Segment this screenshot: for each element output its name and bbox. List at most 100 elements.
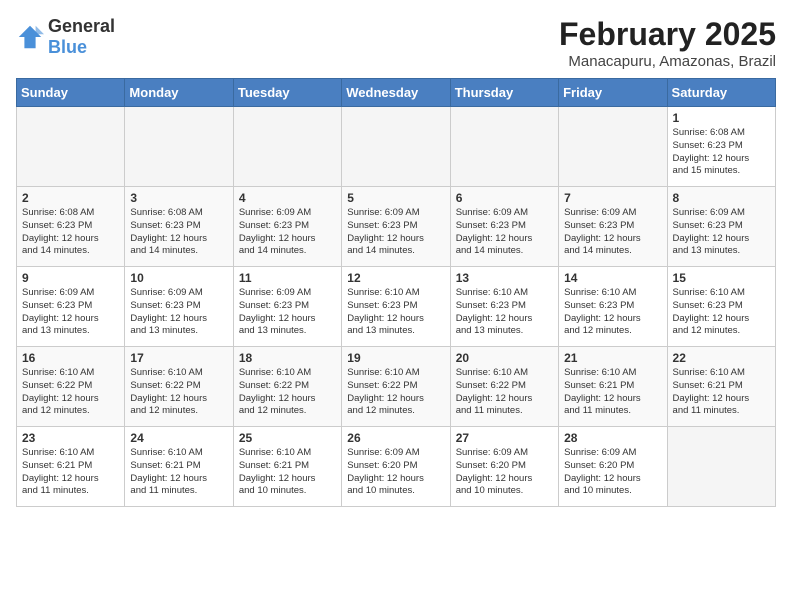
day-number: 1: [673, 111, 770, 125]
day-number: 24: [130, 431, 227, 445]
day-info: Sunrise: 6:09 AM Sunset: 6:23 PM Dayligh…: [130, 287, 227, 338]
day-info: Sunrise: 6:09 AM Sunset: 6:23 PM Dayligh…: [564, 207, 661, 258]
calendar-cell: 11Sunrise: 6:09 AM Sunset: 6:23 PM Dayli…: [233, 267, 341, 347]
calendar-cell: [342, 107, 450, 187]
weekday-header: Tuesday: [233, 79, 341, 107]
day-number: 12: [347, 271, 444, 285]
day-number: 28: [564, 431, 661, 445]
day-info: Sunrise: 6:09 AM Sunset: 6:20 PM Dayligh…: [456, 447, 553, 498]
day-info: Sunrise: 6:08 AM Sunset: 6:23 PM Dayligh…: [22, 207, 119, 258]
day-number: 15: [673, 271, 770, 285]
calendar-cell: 15 Sunrise: 6:10 AM Sunset: 6:23 PM Dayli…: [667, 267, 775, 347]
calendar-cell: 5 Sunrise: 6:09 AM Sunset: 6:23 PM Daylig…: [342, 187, 450, 267]
calendar-cell: 24 Sunrise: 6:10 AM Sunset: 6:21 PM Dayli…: [125, 427, 233, 507]
subtitle: Manacapuru, Amazonas, Brazil: [559, 53, 776, 70]
day-number: 23: [22, 431, 119, 445]
calendar-week-row: 23 Sunrise: 6:10 AM Sunset: 6:21 PM Dayli…: [17, 427, 776, 507]
calendar-cell: 13 Sunrise: 6:10 AM Sunset: 6:23 PM Dayli…: [450, 267, 558, 347]
day-info: Sunrise: 6:09 AM Sunset: 6:23 PM Dayligh…: [673, 207, 770, 258]
main-title: February 2025: [559, 16, 776, 53]
calendar-cell: 18 Sunrise: 6:10 AM Sunset: 6:22 PM Dayli…: [233, 347, 341, 427]
day-info: Sunrise: 6:09 AM Sunset: 6:23 PM Dayligh…: [239, 207, 336, 258]
day-number: 20: [456, 351, 553, 365]
calendar-cell: 22Sunrise: 6:10 AM Sunset: 6:21 PM Dayli…: [667, 347, 775, 427]
calendar-cell: [559, 107, 667, 187]
day-info: Sunrise: 6:10 AM Sunset: 6:23 PM Dayligh…: [673, 287, 770, 338]
day-number: 5: [347, 191, 444, 205]
day-info: Sunrise: 6:09 AM Sunset: 6:23 PM Dayligh…: [22, 287, 119, 338]
weekday-header: Sunday: [17, 79, 125, 107]
day-number: 17: [130, 351, 227, 365]
title-block: February 2025 Manacapuru, Amazonas, Braz…: [559, 16, 776, 70]
day-number: 13: [456, 271, 553, 285]
day-number: 25: [239, 431, 336, 445]
day-info: Sunrise: 6:10 AM Sunset: 6:22 PM Dayligh…: [347, 367, 444, 418]
calendar-cell: [17, 107, 125, 187]
calendar-cell: [233, 107, 341, 187]
calendar-week-row: 9 Sunrise: 6:09 AM Sunset: 6:23 PM Daylig…: [17, 267, 776, 347]
day-info: Sunrise: 6:10 AM Sunset: 6:22 PM Dayligh…: [456, 367, 553, 418]
weekday-header: Friday: [559, 79, 667, 107]
calendar-cell: 17 Sunrise: 6:10 AM Sunset: 6:22 PM Dayli…: [125, 347, 233, 427]
day-info: Sunrise: 6:08 AM Sunset: 6:23 PM Dayligh…: [130, 207, 227, 258]
calendar-cell: 14Sunrise: 6:10 AM Sunset: 6:23 PM Dayli…: [559, 267, 667, 347]
day-number: 19: [347, 351, 444, 365]
calendar-week-row: 16 Sunrise: 6:10 AM Sunset: 6:22 PM Dayli…: [17, 347, 776, 427]
day-number: 3: [130, 191, 227, 205]
calendar-week-row: 2 Sunrise: 6:08 AM Sunset: 6:23 PM Daylig…: [17, 187, 776, 267]
day-number: 21: [564, 351, 661, 365]
calendar-cell: [450, 107, 558, 187]
calendar-cell: 10 Sunrise: 6:09 AM Sunset: 6:23 PM Dayli…: [125, 267, 233, 347]
day-number: 8: [673, 191, 770, 205]
logo-text-general: General: [48, 16, 115, 36]
day-info: Sunrise: 6:09 AM Sunset: 6:20 PM Dayligh…: [347, 447, 444, 498]
calendar-cell: 12 Sunrise: 6:10 AM Sunset: 6:23 PM Dayli…: [342, 267, 450, 347]
calendar-cell: 25 Sunrise: 6:10 AM Sunset: 6:21 PM Dayli…: [233, 427, 341, 507]
day-number: 4: [239, 191, 336, 205]
day-info: Sunrise: 6:08 AM Sunset: 6:23 PM Dayligh…: [673, 127, 770, 178]
calendar-cell: 23Sunrise: 6:10 AM Sunset: 6:21 PM Dayli…: [17, 427, 125, 507]
calendar-cell: 19 Sunrise: 6:10 AM Sunset: 6:22 PM Dayli…: [342, 347, 450, 427]
day-info: Sunrise: 6:10 AM Sunset: 6:21 PM Dayligh…: [130, 447, 227, 498]
calendar-week-row: 1 Sunrise: 6:08 AM Sunset: 6:23 PM Daylig…: [17, 107, 776, 187]
calendar-cell: 4 Sunrise: 6:09 AM Sunset: 6:23 PM Daylig…: [233, 187, 341, 267]
day-info: Sunrise: 6:09 AM Sunset: 6:23 PM Dayligh…: [456, 207, 553, 258]
day-info: Sunrise: 6:10 AM Sunset: 6:23 PM Dayligh…: [564, 287, 661, 338]
day-number: 27: [456, 431, 553, 445]
day-number: 2: [22, 191, 119, 205]
calendar-cell: 21 Sunrise: 6:10 AM Sunset: 6:21 PM Dayli…: [559, 347, 667, 427]
day-info: Sunrise: 6:09 AM Sunset: 6:20 PM Dayligh…: [564, 447, 661, 498]
calendar-header-row: SundayMondayTuesdayWednesdayThursdayFrid…: [17, 79, 776, 107]
calendar-cell: 3 Sunrise: 6:08 AM Sunset: 6:23 PM Daylig…: [125, 187, 233, 267]
day-number: 16: [22, 351, 119, 365]
day-number: 6: [456, 191, 553, 205]
day-number: 10: [130, 271, 227, 285]
day-info: Sunrise: 6:10 AM Sunset: 6:23 PM Dayligh…: [347, 287, 444, 338]
day-info: Sunrise: 6:09 AM Sunset: 6:23 PM Dayligh…: [347, 207, 444, 258]
day-info: Sunrise: 6:10 AM Sunset: 6:22 PM Dayligh…: [130, 367, 227, 418]
weekday-header: Saturday: [667, 79, 775, 107]
calendar-cell: 6 Sunrise: 6:09 AM Sunset: 6:23 PM Daylig…: [450, 187, 558, 267]
logo: General Blue: [16, 16, 115, 58]
day-info: Sunrise: 6:10 AM Sunset: 6:23 PM Dayligh…: [456, 287, 553, 338]
calendar-cell: 28 Sunrise: 6:09 AM Sunset: 6:20 PM Dayli…: [559, 427, 667, 507]
day-info: Sunrise: 6:10 AM Sunset: 6:22 PM Dayligh…: [239, 367, 336, 418]
calendar-cell: 8 Sunrise: 6:09 AM Sunset: 6:23 PM Daylig…: [667, 187, 775, 267]
day-number: 18: [239, 351, 336, 365]
logo-text-blue: Blue: [48, 37, 87, 57]
calendar-cell: 20 Sunrise: 6:10 AM Sunset: 6:22 PM Dayli…: [450, 347, 558, 427]
weekday-header: Monday: [125, 79, 233, 107]
calendar-cell: [667, 427, 775, 507]
weekday-header: Wednesday: [342, 79, 450, 107]
day-number: 11: [239, 271, 336, 285]
calendar-table: SundayMondayTuesdayWednesdayThursdayFrid…: [16, 78, 776, 507]
day-number: 9: [22, 271, 119, 285]
day-info: Sunrise: 6:10 AM Sunset: 6:22 PM Dayligh…: [22, 367, 119, 418]
calendar-cell: 16 Sunrise: 6:10 AM Sunset: 6:22 PM Dayli…: [17, 347, 125, 427]
day-info: Sunrise: 6:10 AM Sunset: 6:21 PM Dayligh…: [564, 367, 661, 418]
calendar-cell: 2 Sunrise: 6:08 AM Sunset: 6:23 PM Daylig…: [17, 187, 125, 267]
calendar-cell: 9 Sunrise: 6:09 AM Sunset: 6:23 PM Daylig…: [17, 267, 125, 347]
logo-icon: [16, 23, 44, 51]
day-info: Sunrise: 6:10 AM Sunset: 6:21 PM Dayligh…: [239, 447, 336, 498]
weekday-header: Thursday: [450, 79, 558, 107]
